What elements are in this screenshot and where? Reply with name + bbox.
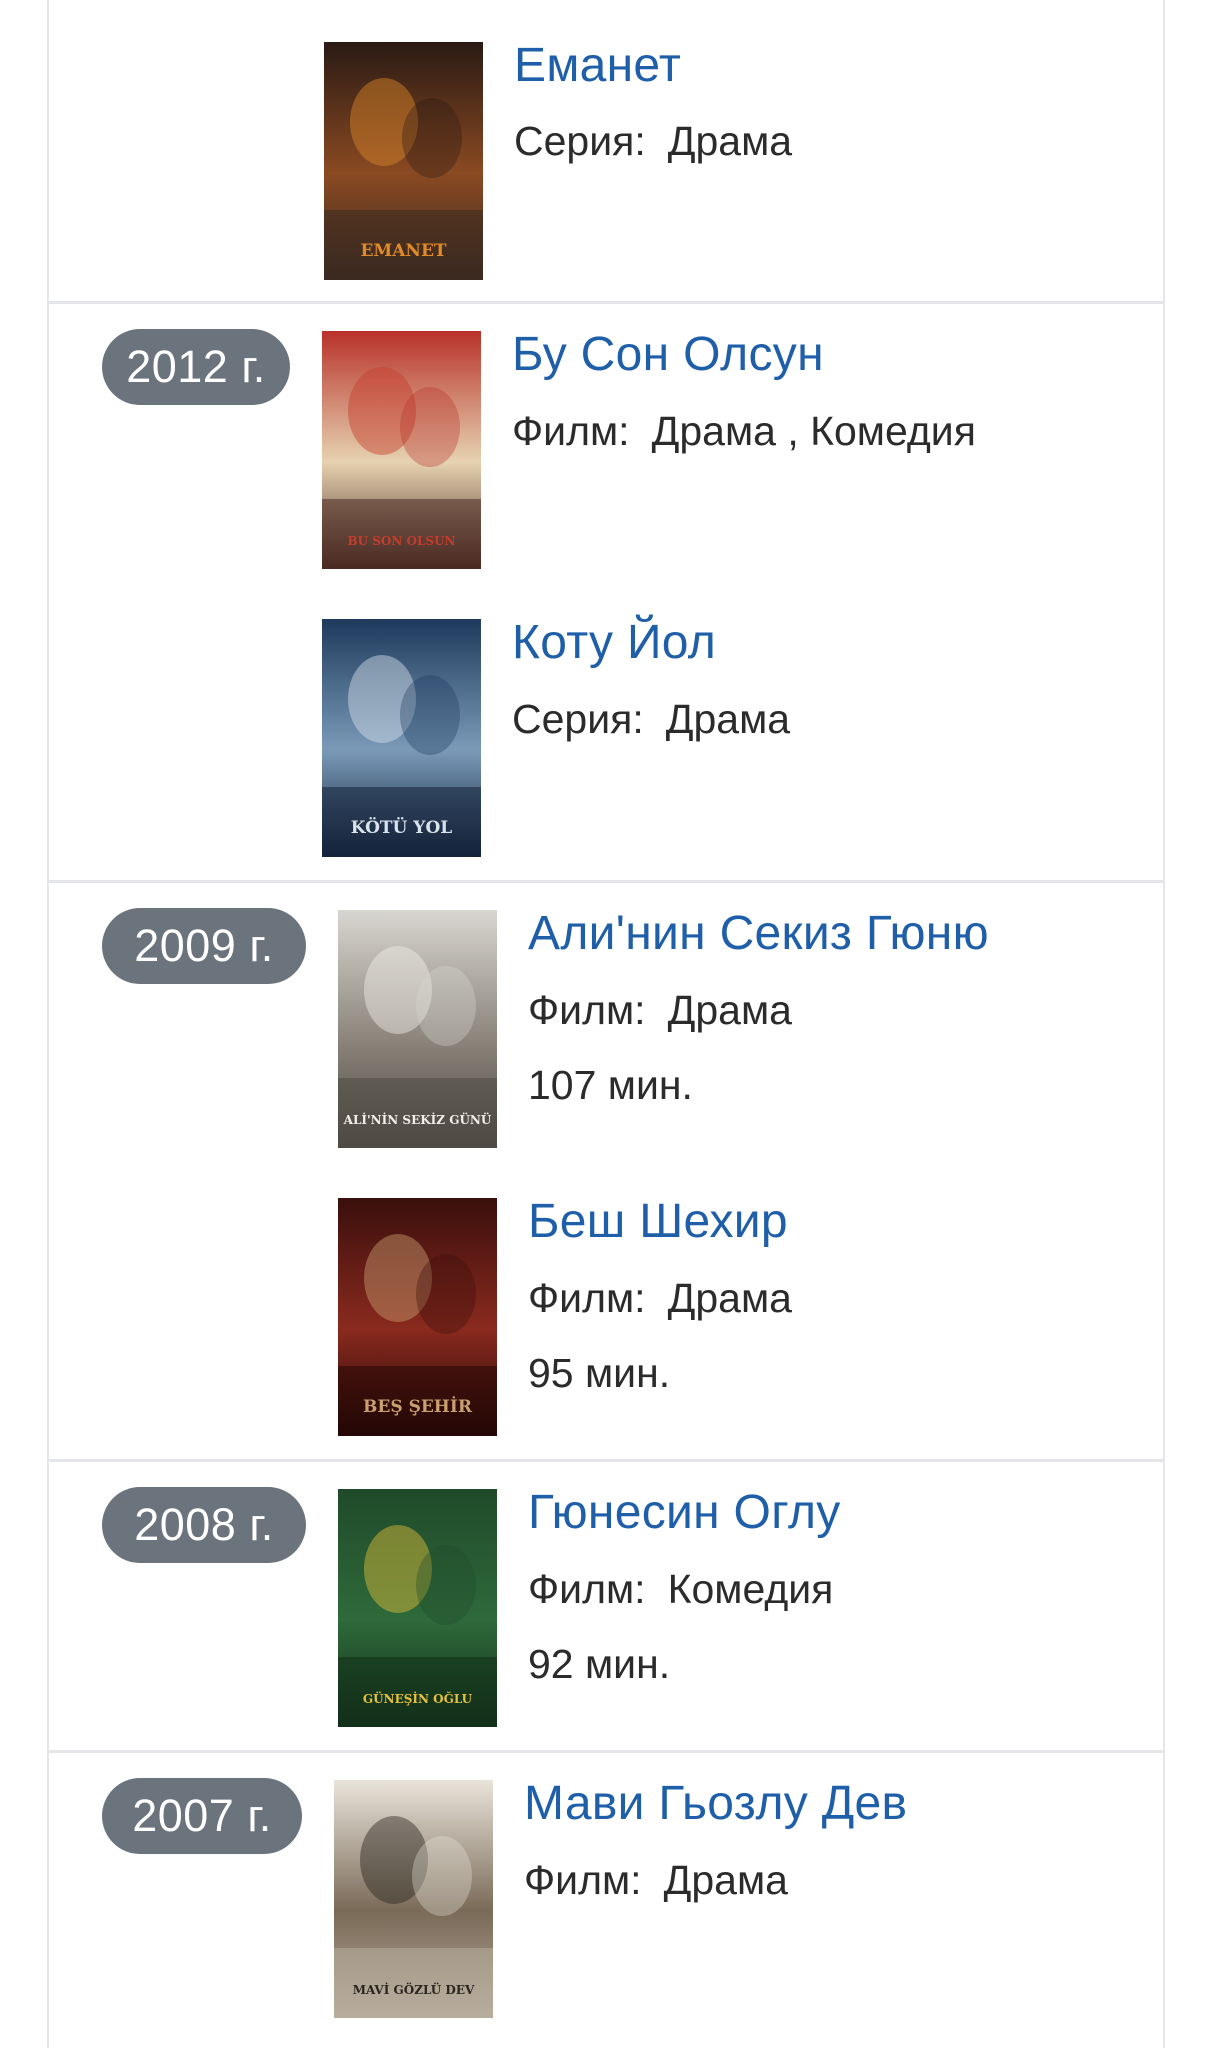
duration-text: 95 мин. <box>528 1350 671 1396</box>
row-separator <box>49 1750 1163 1753</box>
year-badge: 2008 г. <box>102 1487 306 1563</box>
poster-title-lettering: KÖTÜ YOL <box>351 817 452 838</box>
entry-meta: Филм: Драма , Комедия <box>512 408 976 455</box>
row-separator <box>49 880 1163 883</box>
title-link-emanet[interactable]: Еманет <box>514 38 681 93</box>
genre-text: Комедия <box>667 1566 834 1612</box>
genre-text: Драма <box>667 987 792 1033</box>
poster-alinin-sekiz-gunu[interactable]: ALİ'NİN SEKİZ GÜNÜ <box>338 910 497 1148</box>
genre-text: Драма <box>663 1857 788 1903</box>
poster-artwork: GÜNEŞİN OĞLU <box>338 1489 497 1727</box>
poster-artwork: EMANET <box>324 42 483 280</box>
genre-text: Драма , Комедия <box>651 408 976 454</box>
poster-title-lettering: GÜNEŞİN OĞLU <box>363 1690 473 1706</box>
entry-meta: Серия: Драма <box>514 118 792 165</box>
type-label: Филм: <box>528 1275 646 1321</box>
poster-gunesin-oglu[interactable]: GÜNEŞİN OĞLU <box>338 1489 497 1727</box>
poster-artwork: BU SON OLSUN <box>322 331 481 569</box>
poster-title-lettering: BEŞ ŞEHİR <box>363 1396 473 1417</box>
genre-text: Драма <box>665 696 791 742</box>
filmography-page: EMANET Еманет Серия: Драма 2012 г. BU SON… <box>0 0 1216 2048</box>
title-link-kotu-yol[interactable]: Коту Йол <box>512 615 716 670</box>
year-badge: 2009 г. <box>102 908 306 984</box>
year-badge: 2007 г. <box>102 1778 302 1854</box>
entry-meta: Филм: Драма <box>528 987 792 1034</box>
duration-text: 107 мин. <box>528 1062 693 1108</box>
filmography-list: EMANET Еманет Серия: Драма 2012 г. BU SON… <box>47 0 1165 2048</box>
poster-bes-sehir[interactable]: BEŞ ŞEHİR <box>338 1198 497 1436</box>
poster-bu-son-olsun[interactable]: BU SON OLSUN <box>322 331 481 569</box>
type-label: Филм: <box>528 987 646 1033</box>
poster-mavi-gozlu-dev[interactable]: MAVİ GÖZLÜ DEV <box>334 1780 493 2018</box>
type-label: Серия: <box>512 696 644 742</box>
entry-meta: Филм: Комедия <box>528 1566 833 1613</box>
poster-artwork: MAVİ GÖZLÜ DEV <box>334 1780 493 2018</box>
entry-meta: Филм: Драма <box>528 1275 792 1322</box>
genre-text: Драма <box>667 118 793 164</box>
genre-text: Драма <box>667 1275 792 1321</box>
poster-kotu-yol[interactable]: KÖTÜ YOL <box>322 619 481 857</box>
poster-title-lettering: MAVİ GÖZLÜ DEV <box>353 1981 475 1997</box>
duration-text: 92 мин. <box>528 1641 671 1687</box>
title-link-gunesin-oglu[interactable]: Гюнесин Оглу <box>528 1485 841 1540</box>
type-label: Филм: <box>524 1857 642 1903</box>
type-label: Филм: <box>512 408 630 454</box>
poster-title-lettering: ALİ'NİN SEKİZ GÜNÜ <box>343 1111 492 1127</box>
poster-artwork: ALİ'NİN SEKİZ GÜNÜ <box>338 910 497 1148</box>
poster-artwork: KÖTÜ YOL <box>322 619 481 857</box>
title-link-bes-sehir[interactable]: Беш Шехир <box>528 1194 788 1249</box>
poster-emanet[interactable]: EMANET <box>324 42 483 280</box>
entry-meta: Филм: Драма <box>524 1857 788 1904</box>
type-label: Филм: <box>528 1566 646 1612</box>
title-link-bu-son-olsun[interactable]: Бу Сон Олсун <box>512 327 824 382</box>
entry-meta: Серия: Драма <box>512 696 790 743</box>
poster-title-lettering: EMANET <box>360 241 446 261</box>
type-label: Серия: <box>514 118 646 164</box>
row-separator <box>49 1459 1163 1462</box>
title-link-mavi-gozlu-dev[interactable]: Мави Гьозлу Дев <box>524 1776 907 1831</box>
row-separator <box>49 301 1163 304</box>
title-link-alinin-sekiz-gunu[interactable]: Али'нин Секиз Гюню <box>528 906 989 961</box>
poster-artwork: BEŞ ŞEHİR <box>338 1198 497 1436</box>
year-badge: 2012 г. <box>102 329 290 405</box>
poster-title-lettering: BU SON OLSUN <box>347 534 455 548</box>
